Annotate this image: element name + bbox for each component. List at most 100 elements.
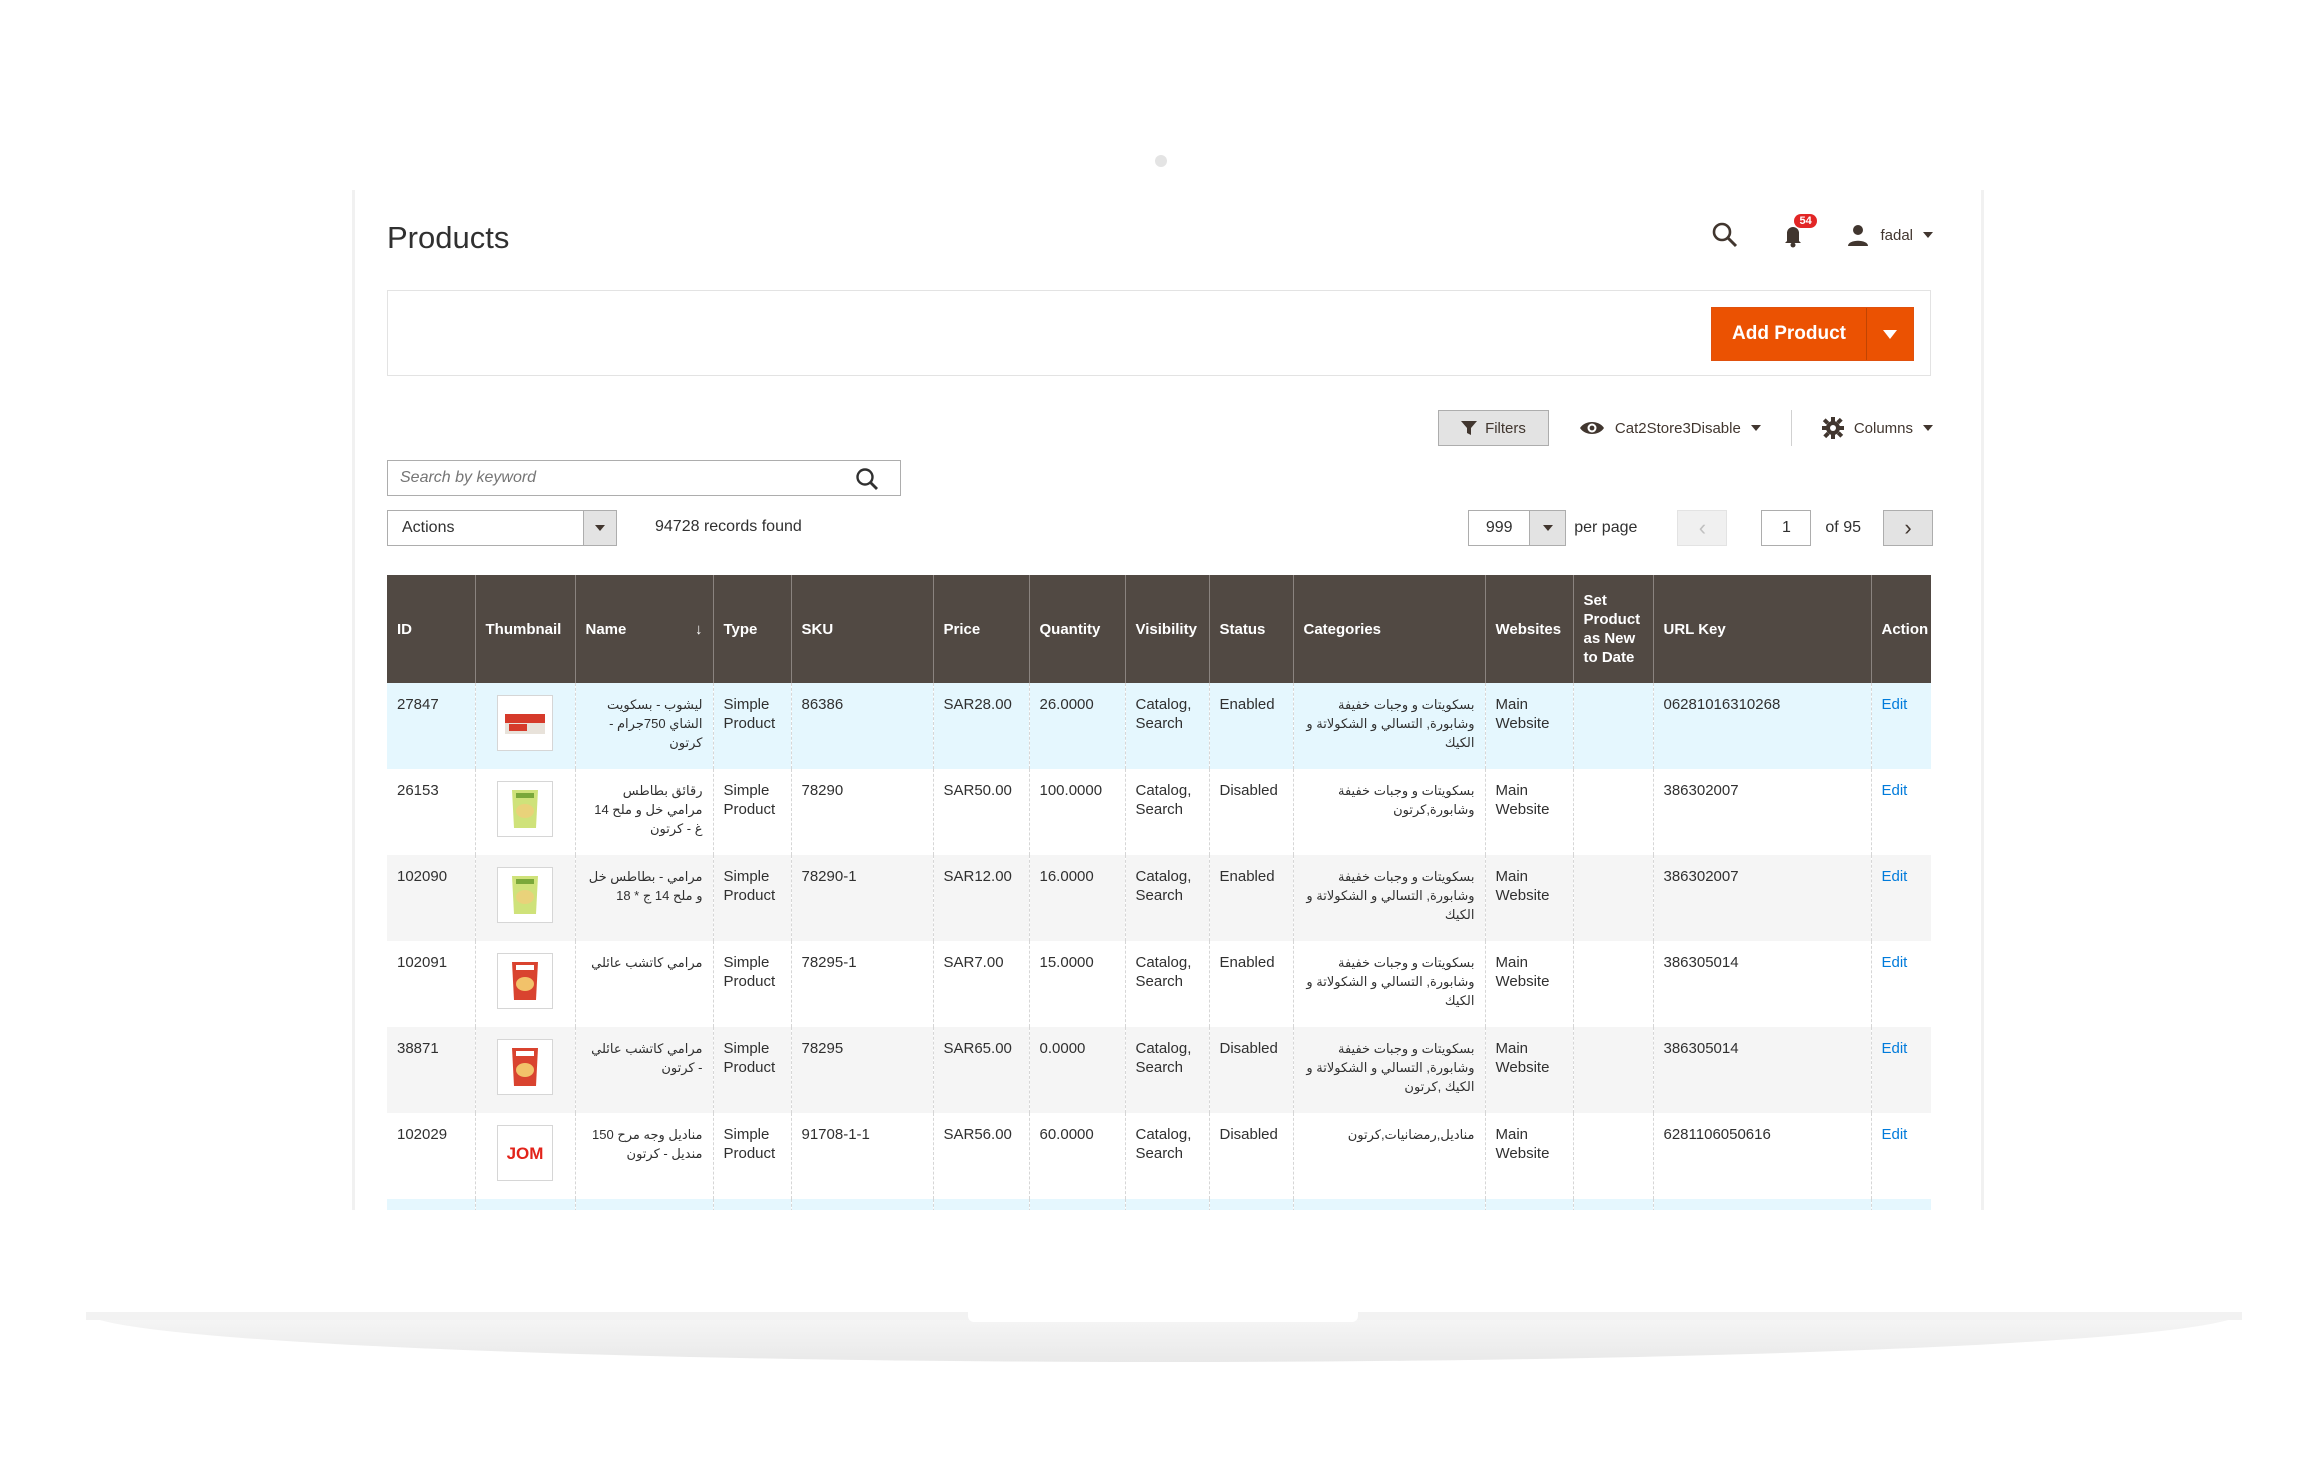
product-thumbnail[interactable]: JOM bbox=[497, 1125, 553, 1181]
search-input[interactable] bbox=[388, 468, 842, 488]
per-page-value[interactable]: 999 bbox=[1468, 510, 1531, 546]
header-actions: 54 fadal bbox=[1710, 214, 1933, 250]
mass-actions-select[interactable]: Actions bbox=[387, 510, 617, 546]
cell-url-key: 386302007 bbox=[1652, 855, 1871, 941]
cell-new-to-date bbox=[1572, 1199, 1653, 1210]
cell-url-key: 386302007 bbox=[1652, 769, 1871, 855]
grid-header-row: ID Thumbnail Name ↓ Type SKU Price Quanti… bbox=[387, 575, 1931, 683]
chevron-down-icon bbox=[1542, 525, 1553, 531]
view-label: Cat2Store3Disable bbox=[1614, 419, 1741, 437]
eye-icon bbox=[1579, 422, 1604, 434]
product-thumbnail[interactable] bbox=[497, 1039, 553, 1095]
cell-url-key: 386305014 bbox=[1652, 941, 1871, 1027]
column-header-sku[interactable]: SKU bbox=[790, 575, 933, 683]
laptop-notch bbox=[968, 1312, 1358, 1322]
column-header-thumbnail[interactable]: Thumbnail bbox=[474, 575, 575, 683]
view-switcher[interactable]: Cat2Store3Disable bbox=[1579, 419, 1761, 437]
edit-link[interactable]: Edit bbox=[1882, 1040, 1908, 1057]
product-thumbnail[interactable] bbox=[497, 695, 553, 751]
cell-price: SAR56.00 bbox=[932, 1113, 1029, 1199]
cell-type: Simple Product bbox=[712, 1113, 791, 1199]
cell-visibility: Catalog, Search bbox=[1124, 1027, 1209, 1113]
table-row[interactable]: 102029 JOM مناديل وجه مرح 150 منديل - كرتو… bbox=[387, 1113, 1931, 1199]
edit-link[interactable]: Edit bbox=[1882, 954, 1908, 971]
column-header-url-key[interactable]: URL Key bbox=[1652, 575, 1871, 683]
column-header-websites[interactable]: Websites bbox=[1484, 575, 1573, 683]
sort-descending-icon: ↓ bbox=[695, 620, 703, 638]
edit-link[interactable]: Edit bbox=[1882, 1126, 1908, 1143]
per-page-dropdown-toggle[interactable] bbox=[1530, 510, 1567, 546]
table-row[interactable]: 102019 بامبرز ( مقاس 3 وسط)Simple27294-1S… bbox=[387, 1199, 1931, 1210]
cell-price: SAR90.00 bbox=[932, 1199, 1029, 1210]
products-grid: ID Thumbnail Name ↓ Type SKU Price Quanti… bbox=[387, 575, 1931, 1210]
grid-toolbar: Filters Cat2Store3Disable Columns bbox=[1438, 410, 1933, 446]
add-product-label[interactable]: Add Product bbox=[1712, 308, 1866, 360]
search-icon[interactable] bbox=[854, 466, 880, 497]
next-page-button[interactable]: › bbox=[1883, 510, 1933, 546]
cell-type: Simple Product bbox=[712, 941, 791, 1027]
cell-quantity: 16.0000 bbox=[1028, 855, 1125, 941]
cell-sku: 78290 bbox=[790, 769, 933, 855]
table-row[interactable]: 102091 مرامي كاتشب عائلي Simple Product 782… bbox=[387, 941, 1931, 1027]
column-header-quantity[interactable]: Quantity bbox=[1028, 575, 1125, 683]
chevron-left-icon: ‹ bbox=[1698, 515, 1707, 540]
edit-link[interactable]: Edit bbox=[1882, 696, 1908, 713]
chevron-down-icon bbox=[1750, 425, 1761, 431]
table-row[interactable]: 38871 مرامي كاتشب عائلي - كرتون Simple Pro… bbox=[387, 1027, 1931, 1113]
current-page-input[interactable]: 1 bbox=[1761, 510, 1812, 546]
keyword-search bbox=[387, 460, 901, 496]
table-row[interactable]: 26153 رقائق بطاطس مرامي خل و ملح 14 غ - ك… bbox=[387, 769, 1931, 855]
cell-name: مرامي كاتشب عائلي - كرتون bbox=[574, 1027, 713, 1113]
column-header-action: Action bbox=[1870, 575, 1931, 683]
cell-visibility: Catalog bbox=[1124, 1199, 1209, 1210]
cell-quantity: 6.0000 bbox=[1028, 1199, 1125, 1210]
cell-price: SAR12.00 bbox=[932, 855, 1029, 941]
product-thumbnail[interactable] bbox=[497, 867, 553, 923]
cell-thumbnail bbox=[474, 1199, 575, 1210]
user-menu[interactable]: fadal bbox=[1846, 223, 1933, 247]
column-header-name[interactable]: Name ↓ bbox=[574, 575, 713, 683]
column-header-price[interactable]: Price bbox=[932, 575, 1029, 683]
column-header-new-to-date[interactable]: Set Product as New to Date bbox=[1572, 575, 1653, 683]
admin-screen: Products 54 fadal Add Product Filters Ca… bbox=[352, 190, 1984, 1210]
filters-button[interactable]: Filters bbox=[1438, 410, 1549, 446]
cell-name: رقائق بطاطس مرامي خل و ملح 14 غ - كرتون bbox=[574, 769, 713, 855]
cell-id: 102019 bbox=[387, 1199, 475, 1210]
cell-action: Edit bbox=[1870, 1027, 1931, 1113]
actions-dropdown-toggle[interactable] bbox=[583, 511, 616, 545]
cell-id: 102091 bbox=[387, 941, 475, 1027]
table-row[interactable]: 102090 مرامي - بطاطس خل و ملح 14 ج * 18 Si… bbox=[387, 855, 1931, 941]
cell-action: Edit bbox=[1870, 941, 1931, 1027]
cell-type: Simple Product bbox=[712, 855, 791, 941]
table-row[interactable]: 27847 ليشوب - بسكويت الشاي 750جرام - كرتو… bbox=[387, 683, 1931, 769]
column-header-status[interactable]: Status bbox=[1208, 575, 1293, 683]
cell-websites: Main Website bbox=[1484, 941, 1573, 1027]
previous-page-button[interactable]: ‹ bbox=[1677, 510, 1728, 546]
search-icon[interactable] bbox=[1710, 220, 1740, 250]
gear-icon bbox=[1821, 417, 1844, 439]
column-header-visibility[interactable]: Visibility bbox=[1124, 575, 1209, 683]
column-header-type[interactable]: Type bbox=[712, 575, 791, 683]
cell-visibility: Catalog, Search bbox=[1124, 769, 1209, 855]
column-header-id[interactable]: ID bbox=[387, 575, 475, 683]
cell-status: Enabled bbox=[1208, 683, 1293, 769]
toolbar-divider bbox=[1790, 410, 1792, 446]
cell-new-to-date bbox=[1572, 855, 1653, 941]
edit-link[interactable]: Edit bbox=[1882, 782, 1908, 799]
cell-websites: Main Website bbox=[1484, 1113, 1573, 1199]
cell-quantity: 60.0000 bbox=[1028, 1113, 1125, 1199]
add-product-dropdown-toggle[interactable] bbox=[1866, 308, 1913, 360]
product-thumbnail[interactable] bbox=[497, 953, 553, 1009]
laptop-camera bbox=[1155, 155, 1167, 167]
cell-type: Simple bbox=[712, 1199, 791, 1210]
add-product-button[interactable]: Add Product bbox=[1711, 307, 1914, 361]
notifications-bell-icon[interactable]: 54 bbox=[1778, 214, 1817, 250]
column-header-categories[interactable]: Categories bbox=[1292, 575, 1485, 683]
cell-visibility: Catalog, Search bbox=[1124, 855, 1209, 941]
cell-sku: 78290-1 bbox=[790, 855, 933, 941]
columns-control[interactable]: Columns bbox=[1821, 417, 1933, 439]
cell-name: مرامي كاتشب عائلي bbox=[574, 941, 713, 1027]
product-thumbnail[interactable] bbox=[497, 781, 553, 837]
edit-link[interactable]: Edit bbox=[1882, 868, 1908, 885]
notifications-count-badge: 54 bbox=[1794, 214, 1817, 228]
